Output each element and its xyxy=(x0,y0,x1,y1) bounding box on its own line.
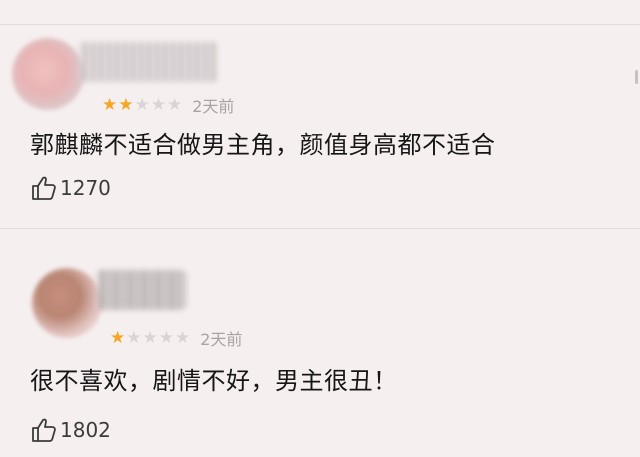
review-item-1: ★ ★ ★ ★ ★ 2天前 郭麒麟不适合做男主角，颜值身高都不适合 1270 xyxy=(0,0,640,230)
like-button[interactable]: 1270 xyxy=(30,174,111,202)
star-icon: ★ xyxy=(118,94,134,115)
username-blurred[interactable] xyxy=(96,270,186,310)
star-icon: ★ xyxy=(158,327,174,348)
like-count: 1802 xyxy=(60,418,111,442)
star-icon: ★ xyxy=(167,94,183,115)
star-icon: ★ xyxy=(110,327,126,348)
review-comment: 郭麒麟不适合做男主角，颜值身高都不适合 xyxy=(30,131,496,159)
review-time: 2天前 xyxy=(192,97,235,116)
rating-row: ★ ★ ★ ★ ★ 2天前 xyxy=(102,93,234,117)
avatar[interactable] xyxy=(32,268,102,338)
review-divider xyxy=(0,228,640,229)
review-item-2: ★ ★ ★ ★ ★ 2天前 很不喜欢，剧情不好，男主很丑！ 1802 xyxy=(0,240,640,457)
review-comment: 很不喜欢，剧情不好，男主很丑！ xyxy=(30,367,398,395)
star-rating: ★ ★ ★ ★ ★ xyxy=(110,327,191,348)
star-icon: ★ xyxy=(126,327,142,348)
like-button[interactable]: 1802 xyxy=(30,416,111,444)
star-icon: ★ xyxy=(134,94,150,115)
avatar[interactable] xyxy=(12,38,84,110)
like-count: 1270 xyxy=(60,176,111,200)
star-rating: ★ ★ ★ ★ ★ xyxy=(102,94,183,115)
thumbs-up-icon xyxy=(32,418,56,442)
username-blurred[interactable] xyxy=(78,42,218,82)
thumbs-up-icon xyxy=(32,176,56,200)
star-icon: ★ xyxy=(142,327,158,348)
rating-row: ★ ★ ★ ★ ★ 2天前 xyxy=(110,326,242,350)
review-time: 2天前 xyxy=(200,330,243,349)
star-icon: ★ xyxy=(102,94,118,115)
scrollbar-mark xyxy=(635,70,638,84)
star-icon: ★ xyxy=(150,94,166,115)
star-icon: ★ xyxy=(175,327,191,348)
